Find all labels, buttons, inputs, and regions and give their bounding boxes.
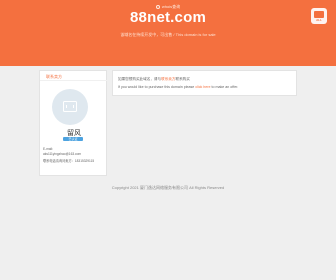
divider: [40, 80, 108, 81]
image-placeholder-icon: [63, 101, 77, 112]
header-scallop-edge: [0, 62, 336, 68]
click-here-link[interactable]: click here: [195, 85, 210, 89]
footer-copyright: Copyright 2021 厦门逸达网络服务有限公司 All Rights R…: [111, 185, 225, 190]
avatar: [52, 89, 88, 125]
seller-email[interactable]: aks111yingzhao@163.com: [43, 152, 81, 156]
page-title: 88net.com: [130, 9, 206, 26]
seller-card: 联系卖方 留风 已认证 E-mail： aks111yingzhao@163.c…: [39, 70, 108, 176]
notice-line-cn: 如果您想购买此域名，请与联系卖方联系购买: [118, 77, 190, 82]
notice-cn-tail: 联系购买: [175, 77, 190, 81]
email-label: E-mail：: [43, 147, 56, 151]
site-header: whois查询 88net.com 该域名在持续开发中，可出售 / This d…: [0, 0, 336, 66]
notice-en-text: If you would like to purchase this domai…: [118, 85, 196, 89]
purchase-notice: 如果您想购买此域名，请与联系卖方联系购买 If you would like t…: [112, 70, 297, 96]
seller-phone: 联系电话请询问卖方：18315329115: [43, 159, 95, 163]
notice-line-en: If you would like to purchase this domai…: [118, 85, 238, 89]
notice-en-tail: to make an offer.: [210, 85, 239, 89]
verified-badge: 已认证: [63, 137, 83, 141]
brand-logo[interactable]: ALL: [311, 8, 327, 24]
notice-cn-text: 如果您想购买此域名，请与: [118, 77, 162, 81]
contact-seller-link[interactable]: 联系卖方: [161, 77, 175, 81]
page-subtitle: 该域名在持续开发中，可出售 / This domain is for sale: [120, 32, 216, 37]
verified-badge-label: 已认证: [68, 137, 78, 141]
logo-text: ALL: [316, 18, 322, 22]
logo-mark: [314, 11, 324, 18]
